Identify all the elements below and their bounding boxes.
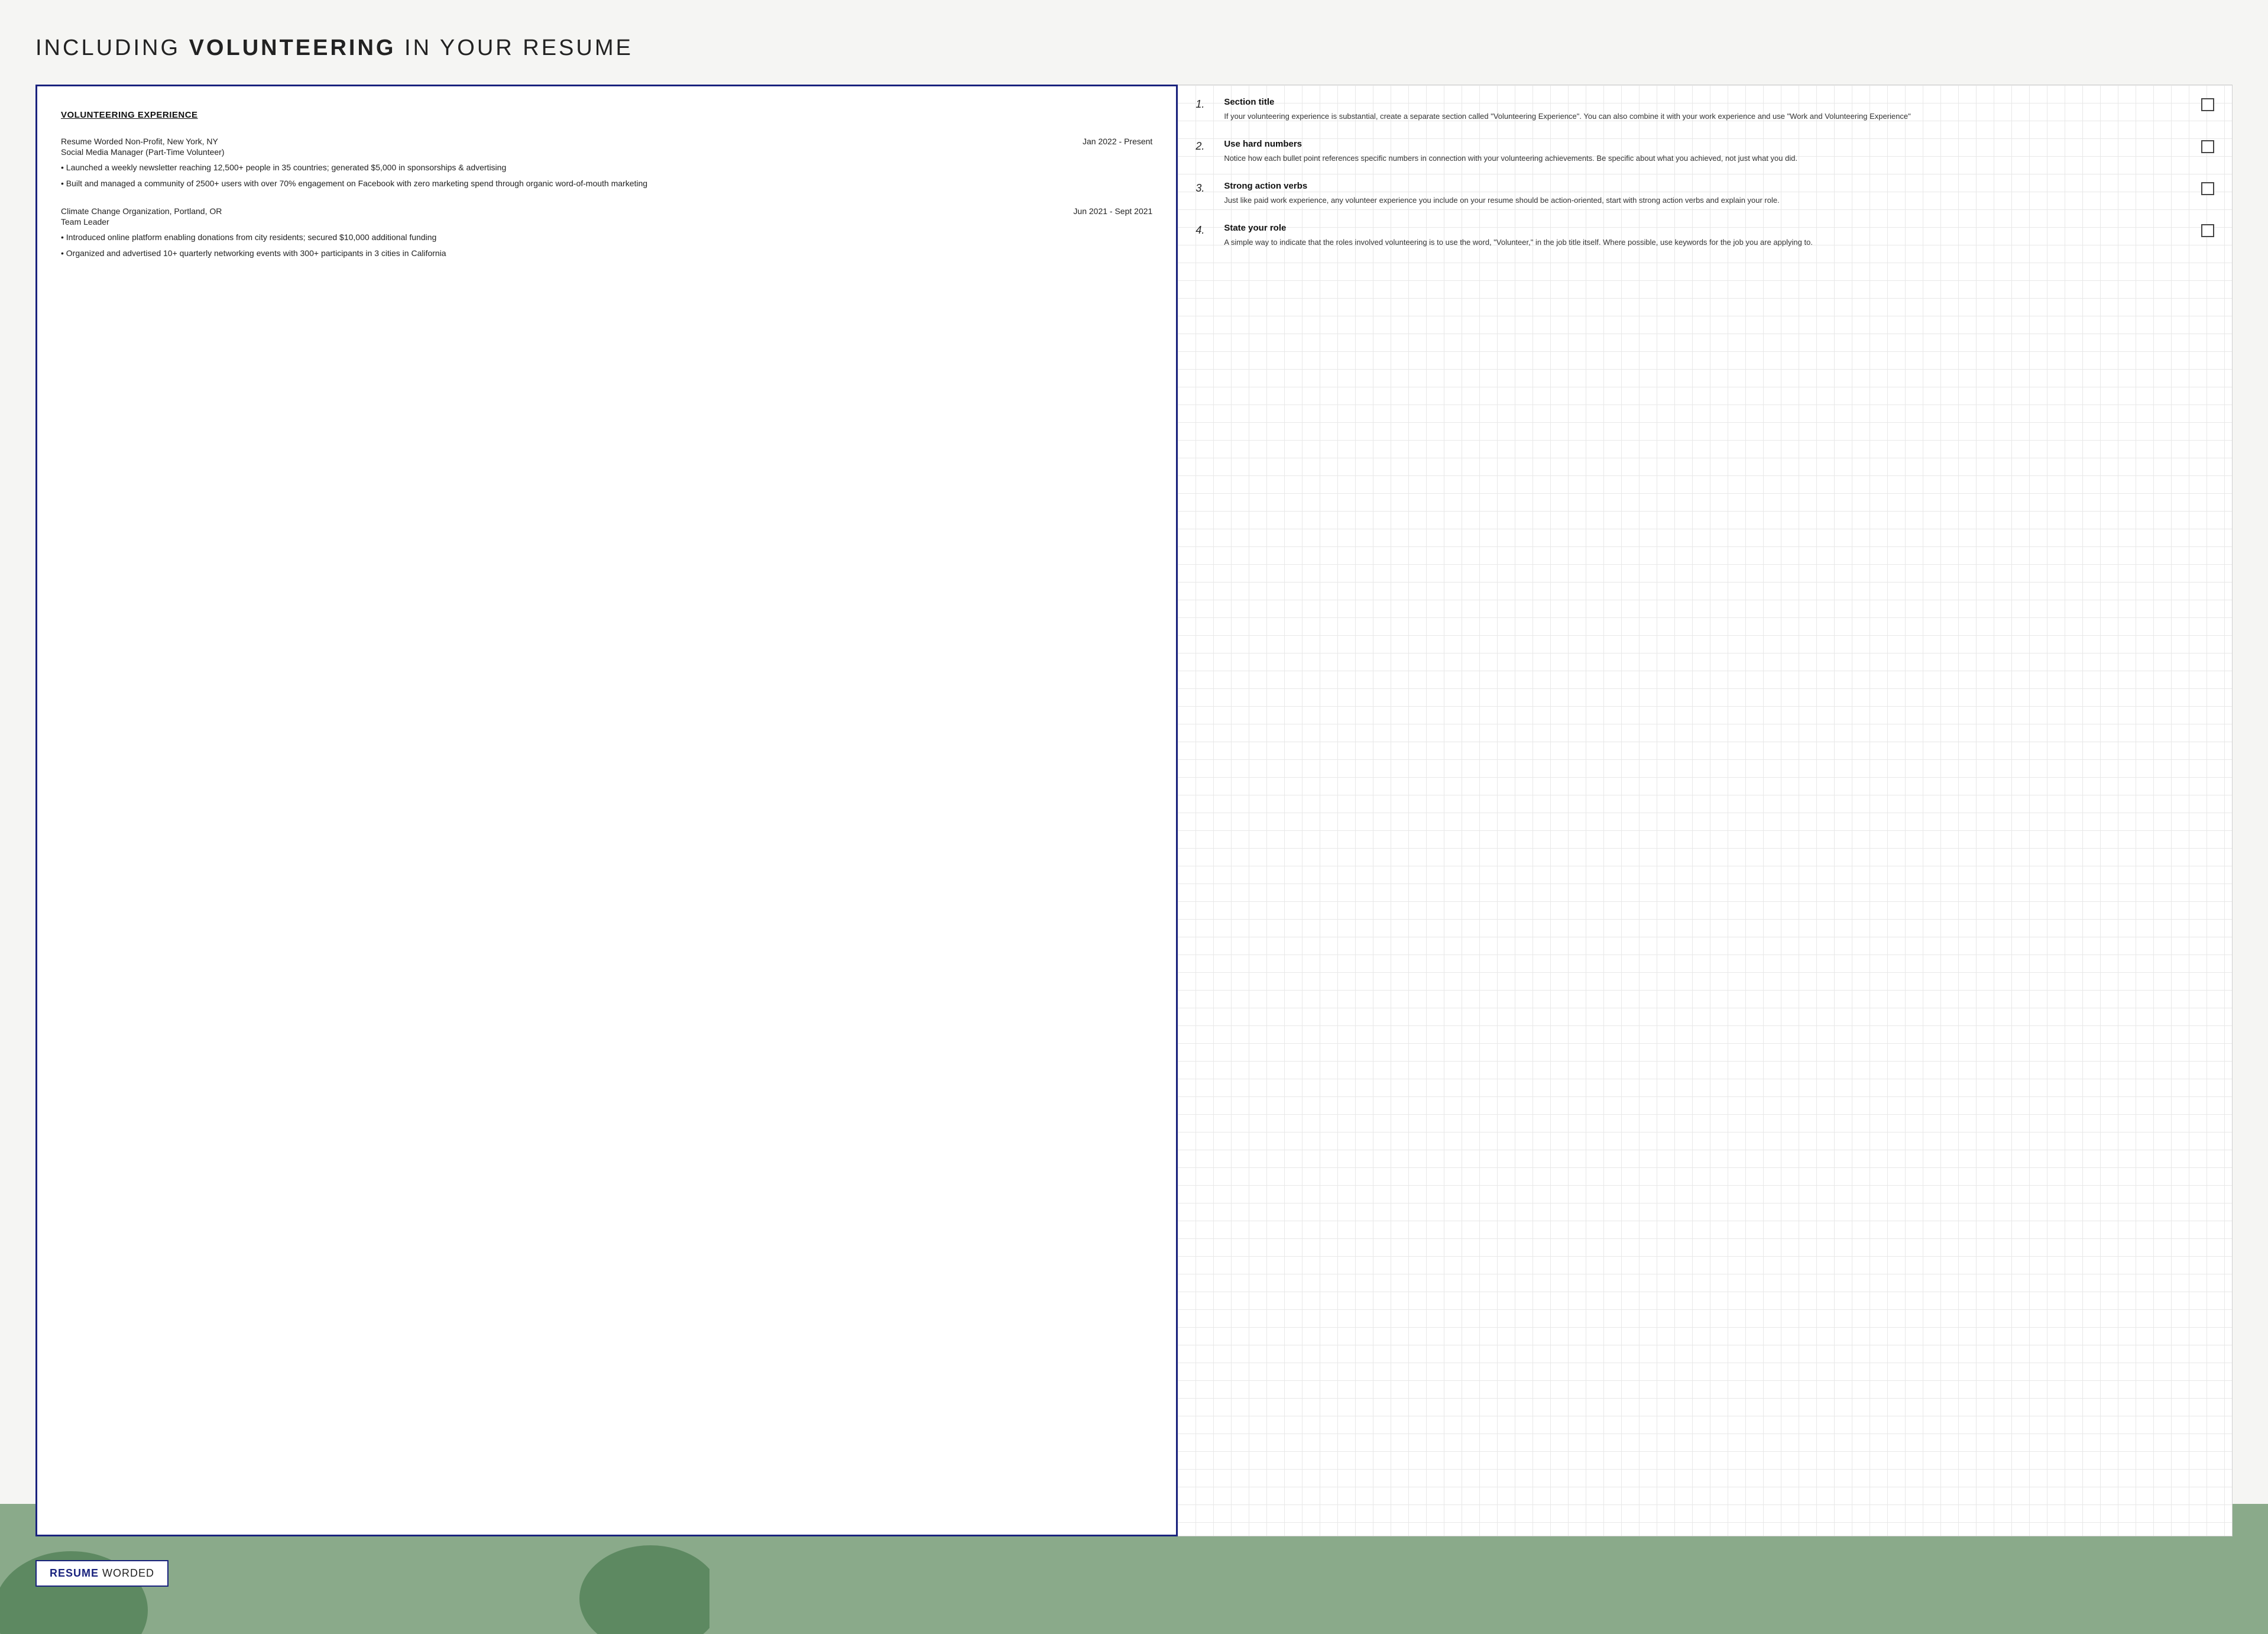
resume-bullet-1-1: • Launched a weekly newsletter reaching … [61, 161, 1152, 174]
tip-text-4: A simple way to indicate that the roles … [1224, 237, 2192, 248]
resume-section-header: VOLUNTEERING EXPERIENCE [61, 110, 1152, 120]
resume-entry-2: Climate Change Organization, Portland, O… [61, 206, 1152, 260]
logo-resume: RESUME [50, 1567, 99, 1580]
tip-item-4: 4. State your role A simple way to indic… [1195, 223, 2214, 248]
tip-title-2: Use hard numbers [1224, 139, 2192, 149]
tip-item-3: 3. Strong action verbs Just like paid wo… [1195, 181, 2214, 206]
resume-bullet-2-1: • Introduced online platform enabling do… [61, 231, 1152, 244]
tip-number-4: 4. [1195, 223, 1214, 237]
tip-checkbox-3[interactable] [2201, 182, 2214, 195]
tip-text-3: Just like paid work experience, any volu… [1224, 195, 2192, 206]
resume-bullet-1-2: • Built and managed a community of 2500+… [61, 177, 1152, 190]
title-bold: VOLUNTEERING [189, 35, 396, 60]
bottom-area: RESUME WORDED [35, 1560, 2233, 1599]
page-wrapper: INCLUDING VOLUNTEERING IN YOUR RESUME VO… [0, 0, 2268, 1634]
tip-content-2: Use hard numbers Notice how each bullet … [1224, 139, 2192, 164]
tip-number-2: 2. [1195, 139, 1214, 153]
org-name-1: Resume Worded Non-Profit, New York, NY [61, 137, 218, 146]
tips-panel: 1. Section title If your volunteering ex… [1178, 85, 2233, 1536]
tip-checkbox-2[interactable] [2201, 140, 2214, 153]
main-content: VOLUNTEERING EXPERIENCE Resume Worded No… [35, 85, 2233, 1536]
org-dates-2: Jun 2021 - Sept 2021 [1073, 206, 1152, 216]
tip-number-1: 1. [1195, 97, 1214, 111]
content-area: INCLUDING VOLUNTEERING IN YOUR RESUME VO… [35, 24, 2233, 1599]
resume-section-title: VOLUNTEERING EXPERIENCE [61, 110, 1152, 120]
tip-title-1: Section title [1224, 97, 2192, 107]
title-suffix: IN YOUR RESUME [396, 35, 633, 60]
org-name-2: Climate Change Organization, Portland, O… [61, 206, 222, 216]
resume-role-2: Team Leader [61, 217, 1152, 227]
tip-checkbox-1[interactable] [2201, 98, 2214, 111]
tip-title-4: State your role [1224, 223, 2192, 233]
resume-org-line-2: Climate Change Organization, Portland, O… [61, 206, 1152, 216]
resume-org-line-1: Resume Worded Non-Profit, New York, NY J… [61, 137, 1152, 146]
tip-number-3: 3. [1195, 181, 1214, 195]
page-title: INCLUDING VOLUNTEERING IN YOUR RESUME [35, 35, 2233, 61]
resume-role-1: Social Media Manager (Part-Time Voluntee… [61, 147, 1152, 157]
tip-text-2: Notice how each bullet point references … [1224, 153, 2192, 164]
tip-content-1: Section title If your volunteering exper… [1224, 97, 2192, 122]
logo-worded: WORDED [102, 1567, 154, 1580]
tip-content-4: State your role A simple way to indicate… [1224, 223, 2192, 248]
resume-panel: VOLUNTEERING EXPERIENCE Resume Worded No… [35, 85, 1178, 1536]
tip-text-1: If your volunteering experience is subst… [1224, 111, 2192, 122]
resume-entry-1: Resume Worded Non-Profit, New York, NY J… [61, 137, 1152, 190]
resume-bullet-2-2: • Organized and advertised 10+ quarterly… [61, 247, 1152, 260]
tip-content-3: Strong action verbs Just like paid work … [1224, 181, 2192, 206]
tip-checkbox-4[interactable] [2201, 224, 2214, 237]
org-dates-1: Jan 2022 - Present [1083, 137, 1152, 146]
title-prefix: INCLUDING [35, 35, 189, 60]
tip-item-2: 2. Use hard numbers Notice how each bull… [1195, 139, 2214, 164]
tip-title-3: Strong action verbs [1224, 181, 2192, 191]
tip-item-1: 1. Section title If your volunteering ex… [1195, 97, 2214, 122]
logo-box: RESUME WORDED [35, 1560, 169, 1587]
